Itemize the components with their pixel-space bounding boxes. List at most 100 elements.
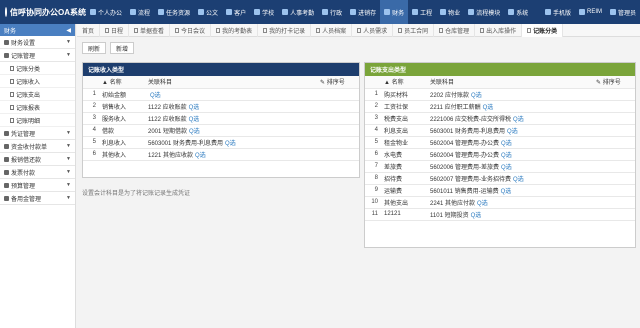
table-row[interactable]: 4 借款 2001 短期借款 Q选 bbox=[83, 124, 359, 137]
nav-item-13[interactable]: 系统 bbox=[504, 0, 532, 24]
tab-0[interactable]: 首页 bbox=[77, 23, 101, 37]
select-subject-link[interactable]: Q选 bbox=[501, 189, 512, 195]
nav-item-6[interactable]: 人事考勤 bbox=[278, 0, 318, 24]
tab-8[interactable]: 员工合同 bbox=[393, 23, 435, 37]
tab-2[interactable]: 单据查看 bbox=[129, 23, 171, 37]
nav-item-12[interactable]: 流程模块 bbox=[464, 0, 504, 24]
sidebar-item-4[interactable]: 记账明细 bbox=[0, 114, 75, 127]
nav-label: 工程 bbox=[420, 10, 433, 17]
select-subject-link[interactable]: Q选 bbox=[513, 117, 524, 123]
sort-header[interactable]: ✎ 排序号 bbox=[593, 76, 635, 89]
table-row[interactable]: 11 12121 1101 短期投资 Q选 bbox=[365, 208, 635, 221]
table-row[interactable]: 6 其他收入 1221 其他应收款 Q选 bbox=[83, 148, 359, 161]
tab-4[interactable]: 我的考勤表 bbox=[211, 23, 259, 37]
table-row[interactable]: 1 初始金额 Q选 bbox=[83, 88, 359, 101]
select-subject-link[interactable]: Q选 bbox=[483, 105, 494, 111]
row-index: 8 bbox=[365, 172, 381, 185]
tab-3[interactable]: 今日会议 bbox=[170, 23, 212, 37]
sidebar-item-1[interactable]: 记账收入 bbox=[0, 75, 75, 88]
tab-11[interactable]: 记账分类 bbox=[522, 23, 564, 37]
sidebar-group-7[interactable]: 备用金管理 ▼ bbox=[0, 192, 75, 205]
nav-item-2[interactable]: 任务资源 bbox=[154, 0, 194, 24]
row-subject: 5602007 管理费用-业务招待费 Q选 bbox=[427, 172, 593, 185]
nav-item-4[interactable]: 客户 bbox=[222, 0, 250, 24]
name-header[interactable]: ▲ 名称 bbox=[381, 76, 427, 89]
sidebar-group-left: 备用金管理 bbox=[4, 194, 41, 203]
sidebar-group-4[interactable]: 报销借还款 ▼ bbox=[0, 153, 75, 166]
row-subject: 2001 短期借款 Q选 bbox=[145, 124, 317, 137]
table-row[interactable]: 5 租金物业 5602004 管理费用-办公费 Q选 bbox=[365, 136, 635, 149]
row-subject: Q选 bbox=[145, 88, 317, 101]
collapse-icon[interactable]: ◀ bbox=[66, 27, 71, 34]
row-index: 10 bbox=[365, 196, 381, 209]
table-row[interactable]: 9 运输费 5601011 销售费用-运输费 Q选 bbox=[365, 184, 635, 197]
select-subject-link[interactable]: Q选 bbox=[189, 129, 200, 135]
row-sort bbox=[317, 136, 359, 149]
nav-item-11[interactable]: 物业 bbox=[436, 0, 464, 24]
sidebar-item-0[interactable]: 记账分类 bbox=[0, 62, 75, 75]
tab-10[interactable]: 出入库操作 bbox=[475, 23, 523, 37]
nav-item-8[interactable]: 进销存 bbox=[346, 0, 380, 24]
select-subject-link[interactable]: Q选 bbox=[507, 129, 518, 135]
select-subject-link[interactable]: Q选 bbox=[501, 153, 512, 159]
row-name: 销售收入 bbox=[99, 100, 145, 113]
sidebar-item-3[interactable]: 记账报表 bbox=[0, 101, 75, 114]
nav-right-item-0[interactable]: 手机版 bbox=[541, 8, 575, 17]
table-row[interactable]: 1 购买材料 2202 应付账款 Q选 bbox=[365, 88, 635, 101]
tab-9[interactable]: 仓库管理 bbox=[434, 23, 476, 37]
row-subject: 1221 其他应收款 Q选 bbox=[145, 148, 317, 161]
table-row[interactable]: 3 税费支出 2221006 应交税费-应交所得税 Q选 bbox=[365, 112, 635, 125]
folder-icon bbox=[4, 156, 9, 162]
tab-7[interactable]: 人员需求 bbox=[352, 23, 394, 37]
app-logo[interactable]: 信呼协同办公OA系统 bbox=[0, 7, 86, 18]
sidebar-group-5[interactable]: 发票付款 ▼ bbox=[0, 166, 75, 179]
select-subject-link[interactable]: Q选 bbox=[501, 165, 512, 171]
select-subject-link[interactable]: Q选 bbox=[150, 93, 161, 99]
select-subject-link[interactable]: Q选 bbox=[189, 117, 200, 123]
expense-panel-title: 记账支出类型 bbox=[365, 63, 635, 76]
nav-item-7[interactable]: 行政 bbox=[318, 0, 346, 24]
nav-item-5[interactable]: 学校 bbox=[250, 0, 278, 24]
select-subject-link[interactable]: Q选 bbox=[471, 93, 482, 99]
select-subject-link[interactable]: Q选 bbox=[501, 141, 512, 147]
nav-item-3[interactable]: 公文 bbox=[194, 0, 222, 24]
name-header[interactable]: ▲ 名称 bbox=[99, 76, 145, 89]
sidebar-group-1[interactable]: 记账管理 ▼ bbox=[0, 49, 75, 62]
nav-item-9[interactable]: 财务 bbox=[380, 0, 409, 24]
table-row[interactable]: 4 利息支出 5603001 财务费用-利息费用 Q选 bbox=[365, 124, 635, 137]
table-row[interactable]: 10 其他支出 2241 其他应付款 Q选 bbox=[365, 196, 635, 209]
select-subject-link[interactable]: Q选 bbox=[513, 177, 524, 183]
row-subject: 1122 应收账款 Q选 bbox=[145, 100, 317, 113]
table-row[interactable]: 2 工资社保 2211 应付职工薪酬 Q选 bbox=[365, 100, 635, 113]
tab-5[interactable]: 我的打卡记录 bbox=[258, 23, 312, 37]
nav-right-item-1[interactable]: REIM bbox=[575, 9, 606, 15]
tab-6[interactable]: 人员档案 bbox=[311, 23, 353, 37]
table-row[interactable]: 5 利息收入 5603001 财务费用-利息费用 Q选 bbox=[83, 136, 359, 149]
select-subject-link[interactable]: Q选 bbox=[225, 141, 236, 147]
sidebar-group-2[interactable]: 凭证管理 ▼ bbox=[0, 127, 75, 140]
table-row[interactable]: 8 招待费 5602007 管理费用-业务招待费 Q选 bbox=[365, 172, 635, 185]
add-button[interactable]: 新增 bbox=[110, 42, 135, 54]
table-row[interactable]: 6 水电费 5602004 管理费用-办公费 Q选 bbox=[365, 148, 635, 161]
table-row[interactable]: 2 销售收入 1122 应收账款 Q选 bbox=[83, 100, 359, 113]
sidebar-group-6[interactable]: 预算管理 ▼ bbox=[0, 179, 75, 192]
table-row[interactable]: 7 差旅费 5602006 管理费用-差旅费 Q选 bbox=[365, 160, 635, 173]
sort-header[interactable]: ✎ 排序号 bbox=[317, 76, 359, 89]
refresh-button[interactable]: 刷新 bbox=[82, 42, 107, 54]
tab-1[interactable]: 日程 bbox=[100, 23, 130, 37]
nav-item-1[interactable]: 流程 bbox=[126, 0, 154, 24]
table-row[interactable]: 3 服务收入 1122 应收账款 Q选 bbox=[83, 112, 359, 125]
sidebar-group-label: 资金收付款单 bbox=[11, 144, 48, 151]
select-subject-link[interactable]: Q选 bbox=[471, 213, 482, 219]
sidebar-item-2[interactable]: 记账支出 bbox=[0, 88, 75, 101]
nav-right-item-2[interactable]: 管理员 bbox=[606, 8, 640, 17]
nav-label: 财务 bbox=[392, 10, 405, 17]
sidebar-group-3[interactable]: 资金收付款单 ▼ bbox=[0, 140, 75, 153]
select-subject-link[interactable]: Q选 bbox=[195, 153, 206, 159]
row-name: 税费支出 bbox=[381, 112, 427, 125]
nav-item-10[interactable]: 工程 bbox=[408, 0, 436, 24]
select-subject-link[interactable]: Q选 bbox=[477, 201, 488, 207]
sidebar-group-0[interactable]: 财务设置 ▼ bbox=[0, 36, 75, 49]
nav-item-0[interactable]: 个人办公 bbox=[86, 0, 126, 24]
select-subject-link[interactable]: Q选 bbox=[189, 105, 200, 111]
